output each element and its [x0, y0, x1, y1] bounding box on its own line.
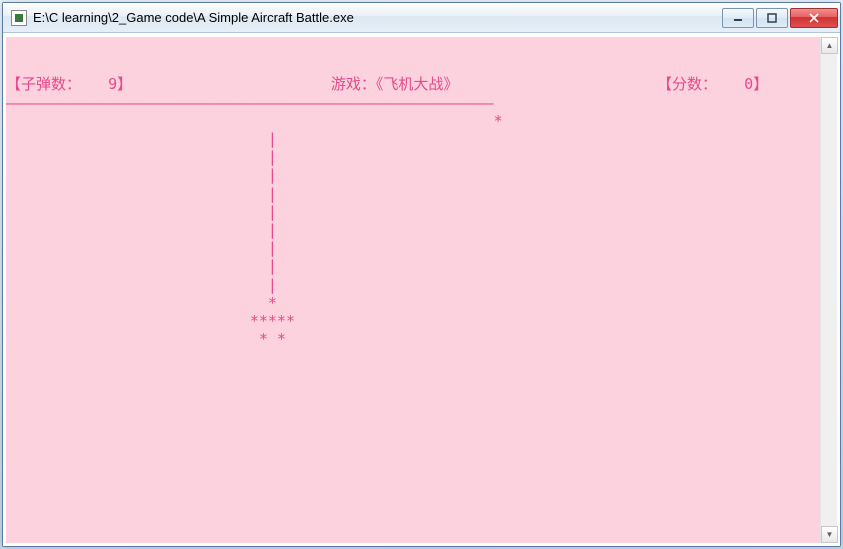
- app-window: E:\C learning\2_Game code\A Simple Aircr…: [2, 2, 841, 547]
- client-area: 【子弹数： 9】 游戏：《飞机大战》 【分数： 0】——————————————…: [3, 33, 840, 546]
- bullet-row: |: [6, 276, 820, 294]
- close-icon: [808, 13, 820, 23]
- player-row-2: *****: [6, 312, 820, 330]
- triangle-down-icon: ▼: [826, 530, 834, 539]
- scroll-down-button[interactable]: ▼: [821, 526, 838, 543]
- title-bar[interactable]: E:\C learning\2_Game code\A Simple Aircr…: [3, 3, 840, 33]
- score-close: 】: [753, 75, 768, 93]
- maximize-button[interactable]: [756, 8, 788, 28]
- bullets-value: 9: [108, 75, 117, 93]
- header-divider: ————————————————————————————————————————…: [6, 94, 820, 112]
- score-value: 0: [744, 75, 753, 93]
- maximize-icon: [767, 13, 777, 23]
- window-controls: [720, 8, 838, 28]
- score-label: 【分数：: [657, 75, 717, 93]
- minimize-icon: [733, 13, 743, 23]
- bullet-row: |: [6, 166, 820, 184]
- app-icon: [11, 10, 27, 26]
- game-header: 【子弹数： 9】 游戏：《飞机大战》 【分数： 0】: [6, 73, 820, 93]
- bullet-row: |: [6, 257, 820, 275]
- game-screen[interactable]: 【子弹数： 9】 游戏：《飞机大战》 【分数： 0】——————————————…: [6, 37, 820, 543]
- player-row-3: * *: [6, 330, 820, 348]
- bullet-row: |: [6, 221, 820, 239]
- bullet-row: |: [6, 185, 820, 203]
- bullet-row: |: [6, 148, 820, 166]
- vertical-scrollbar[interactable]: ▲ ▼: [820, 37, 837, 543]
- scroll-up-button[interactable]: ▲: [821, 37, 838, 54]
- enemy-row: *: [6, 112, 820, 130]
- bullets-close: 】: [117, 75, 132, 93]
- game-title: 游戏：《飞机大战》: [331, 75, 459, 93]
- triangle-up-icon: ▲: [826, 41, 834, 50]
- bullet-row: |: [6, 239, 820, 257]
- bullets-label: 【子弹数：: [6, 75, 81, 93]
- bullet-row: |: [6, 203, 820, 221]
- player-row-1: *: [6, 294, 820, 312]
- bullet-row: |: [6, 130, 820, 148]
- close-button[interactable]: [790, 8, 838, 28]
- window-title: E:\C learning\2_Game code\A Simple Aircr…: [33, 10, 720, 25]
- minimize-button[interactable]: [722, 8, 754, 28]
